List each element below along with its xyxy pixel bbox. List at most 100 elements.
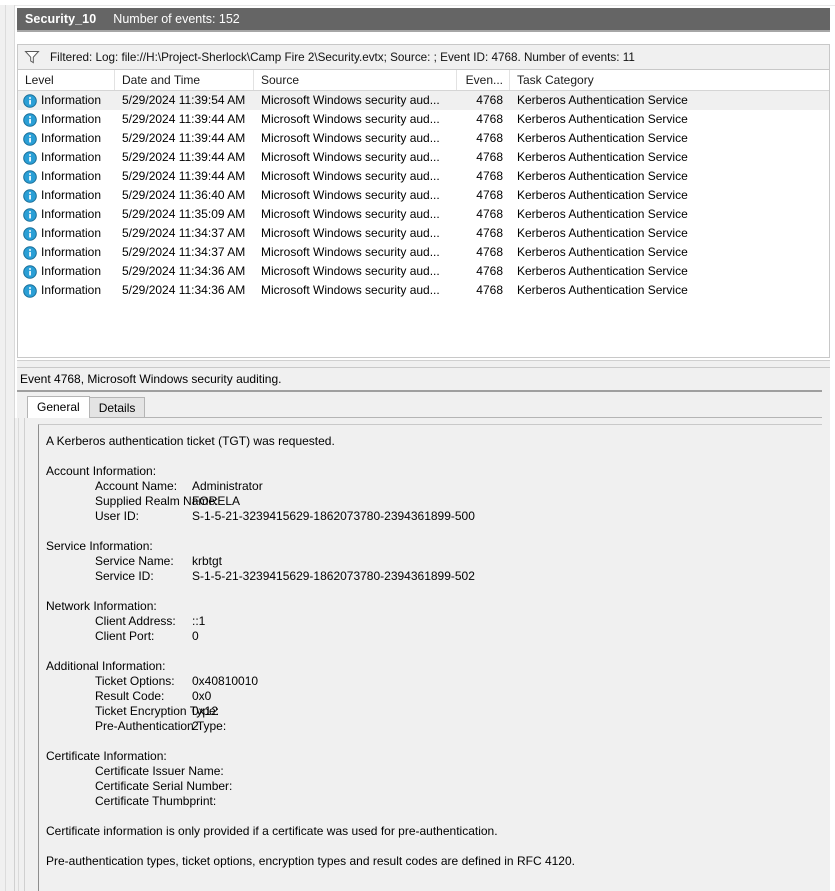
cell-event-id: 4768: [457, 205, 510, 224]
event-message-box[interactable]: A Kerberos authentication ticket (TGT) w…: [38, 424, 822, 891]
cell-task-category: Kerberos Authentication Service: [510, 281, 828, 300]
cell-datetime: 5/29/2024 11:34:36 AM: [115, 281, 254, 300]
message-field-key: Service ID:: [46, 569, 192, 584]
log-name-label: Security_10: [25, 12, 96, 26]
message-spacer: [46, 734, 822, 749]
cell-datetime: 5/29/2024 11:35:09 AM: [115, 205, 254, 224]
table-row[interactable]: Information 5/29/2024 11:39:44 AMMicrosof…: [18, 148, 829, 167]
message-field: Ticket Options:0x40810010: [46, 674, 822, 689]
table-row[interactable]: Information 5/29/2024 11:34:37 AMMicrosof…: [18, 224, 829, 243]
table-row[interactable]: Information 5/29/2024 11:34:37 AMMicrosof…: [18, 243, 829, 262]
cell-level: Information: [18, 129, 115, 148]
message-field: Client Port:0: [46, 629, 822, 644]
level-label: Information: [41, 243, 101, 262]
message-field-key: Client Address:: [46, 614, 192, 629]
cell-level: Information: [18, 224, 115, 243]
information-icon: [23, 151, 37, 165]
cell-datetime: 5/29/2024 11:39:44 AM: [115, 148, 254, 167]
detail-tab-strip: General Details: [27, 396, 144, 418]
level-label: Information: [41, 91, 101, 110]
table-row[interactable]: Information5/29/2024 11:39:44 AMMicrosof…: [18, 110, 829, 129]
cell-datetime: 5/29/2024 11:34:37 AM: [115, 224, 254, 243]
events-list-panel[interactable]: Level Date and Time Source Even... Task …: [17, 70, 830, 358]
total-event-count-label: Number of events: 152: [113, 12, 239, 26]
pane-splitter[interactable]: [17, 360, 830, 368]
column-header-date[interactable]: Date and Time: [115, 70, 254, 90]
cell-source: Microsoft Windows security aud...: [254, 281, 457, 300]
cell-datetime: 5/29/2024 11:34:37 AM: [115, 243, 254, 262]
event-detail-pane: Event 4768, Microsoft Windows security a…: [17, 368, 830, 891]
level-label: Information: [41, 148, 101, 167]
window-left-chrome: [0, 5, 15, 891]
tab-details[interactable]: Details: [89, 397, 146, 418]
splitter-line-top: [17, 360, 830, 361]
cell-source: Microsoft Windows security aud...: [254, 224, 457, 243]
column-header-task-category[interactable]: Task Category: [510, 70, 828, 90]
message-field-key: Ticket Options:: [46, 674, 192, 689]
message-field-value: 0x0: [192, 689, 211, 704]
cell-source: Microsoft Windows security aud...: [254, 129, 457, 148]
message-summary: A Kerberos authentication ticket (TGT) w…: [46, 434, 822, 449]
cell-source: Microsoft Windows security aud...: [254, 148, 457, 167]
message-field: Supplied Realm Name:FORELA: [46, 494, 822, 509]
message-field-key: Certificate Serial Number:: [46, 779, 192, 794]
cell-event-id: 4768: [457, 167, 510, 186]
message-spacer: [46, 584, 822, 599]
message-field-key: Account Name:: [46, 479, 192, 494]
cell-datetime: 5/29/2024 11:39:54 AM: [115, 91, 254, 110]
cell-source: Microsoft Windows security aud...: [254, 243, 457, 262]
tab-general[interactable]: General: [27, 396, 90, 418]
message-field-value: 0x40810010: [192, 674, 258, 689]
level-label: Information: [41, 167, 101, 186]
message-field-key: Client Port:: [46, 629, 192, 644]
cell-datetime: 5/29/2024 11:34:36 AM: [115, 262, 254, 281]
event-message-content: A Kerberos authentication ticket (TGT) w…: [46, 434, 822, 869]
event-detail-title: Event 4768, Microsoft Windows security a…: [20, 370, 820, 388]
message-spacer: [46, 524, 822, 539]
message-field: Result Code:0x0: [46, 689, 822, 704]
log-header-bar: Security_10 Number of events: 152: [17, 8, 830, 32]
information-icon: [23, 246, 37, 260]
table-row[interactable]: Information5/29/2024 11:34:36 AMMicrosof…: [18, 281, 829, 300]
detail-scroll-rail[interactable]: [14, 418, 25, 891]
window-top-chrome: [0, 0, 835, 6]
column-header-event-id[interactable]: Even...: [457, 70, 510, 90]
column-header-source[interactable]: Source: [254, 70, 457, 90]
message-field-key: Supplied Realm Name:: [46, 494, 192, 509]
cell-source: Microsoft Windows security aud...: [254, 167, 457, 186]
column-header-level[interactable]: Level: [18, 70, 115, 90]
message-field: Certificate Serial Number:: [46, 779, 822, 794]
message-field-key: Service Name:: [46, 554, 192, 569]
events-rows-container: Information5/29/2024 11:39:54 AMMicrosof…: [18, 91, 829, 300]
cell-task-category: Kerberos Authentication Service: [510, 262, 828, 281]
cell-source: Microsoft Windows security aud...: [254, 262, 457, 281]
message-field: Certificate Issuer Name:: [46, 764, 822, 779]
table-row[interactable]: Information5/29/2024 11:39:44 AMMicrosof…: [18, 129, 829, 148]
filter-description: Filtered: Log: file://H:\Project-Sherloc…: [50, 51, 635, 64]
cell-source: Microsoft Windows security aud...: [254, 205, 457, 224]
level-label: Information: [41, 205, 101, 224]
information-icon: [23, 208, 37, 222]
cell-level: Information: [18, 167, 115, 186]
level-label: Information: [41, 224, 101, 243]
message-section-heading: Certificate Information:: [46, 749, 822, 764]
message-field: Client Address:::1: [46, 614, 822, 629]
message-field-key: Result Code:: [46, 689, 192, 704]
cell-task-category: Kerberos Authentication Service: [510, 224, 828, 243]
cell-task-category: Kerberos Authentication Service: [510, 110, 828, 129]
level-label: Information: [41, 129, 101, 148]
table-row[interactable]: Information5/29/2024 11:39:54 AMMicrosof…: [18, 91, 829, 110]
message-footnote-rfc: Pre-authentication types, ticket options…: [46, 854, 822, 869]
funnel-icon: [24, 50, 40, 64]
table-row[interactable]: Information 5/29/2024 11:35:09 AMMicrosof…: [18, 205, 829, 224]
table-row[interactable]: Information5/29/2024 11:39:44 AMMicrosof…: [18, 167, 829, 186]
message-field-value: Administrator: [192, 479, 263, 494]
table-row[interactable]: Information5/29/2024 11:36:40 AMMicrosof…: [18, 186, 829, 205]
message-section-heading: Service Information:: [46, 539, 822, 554]
cell-level: Information: [18, 148, 115, 167]
cell-task-category: Kerberos Authentication Service: [510, 243, 828, 262]
detail-rail-stripe: [18, 418, 19, 891]
table-row[interactable]: Information5/29/2024 11:34:36 AMMicrosof…: [18, 262, 829, 281]
cell-datetime: 5/29/2024 11:39:44 AM: [115, 110, 254, 129]
filter-bar[interactable]: Filtered: Log: file://H:\Project-Sherloc…: [17, 44, 830, 70]
